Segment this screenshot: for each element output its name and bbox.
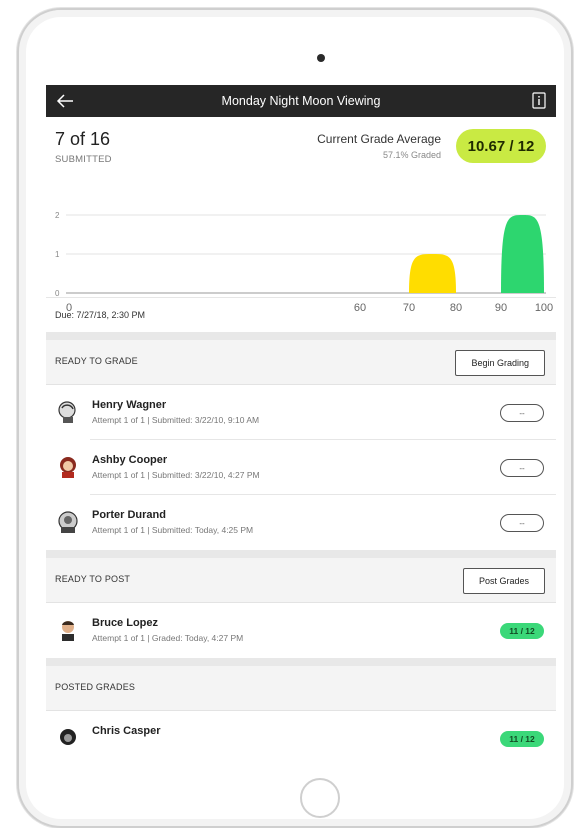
student-name: Porter Durand xyxy=(92,509,166,521)
submission-count: 7 of 16 xyxy=(55,129,111,149)
student-row[interactable]: Porter Durand Attempt 1 of 1 | Submitted… xyxy=(46,495,556,550)
x-tick-label: 100 xyxy=(535,302,553,313)
grade-average-label: Current Grade Average xyxy=(317,132,441,146)
home-button[interactable] xyxy=(300,778,340,818)
y-tick-label: 0 xyxy=(55,289,60,298)
grade-pill[interactable]: -- xyxy=(500,459,544,477)
grade-distribution-chart: 2 1 0 0 60 70 80 90 100 xyxy=(55,211,553,313)
top-bar: Monday Night Moon Viewing xyxy=(46,85,556,117)
avatar xyxy=(60,457,76,478)
attempt-info: Attempt 1 of 1 | Submitted: 3/22/10, 4:2… xyxy=(92,470,260,480)
grade-pill[interactable]: 11 / 12 xyxy=(500,731,544,747)
x-tick-label: 80 xyxy=(450,302,462,313)
page-title: Monday Night Moon Viewing xyxy=(221,94,381,108)
ready-to-grade-header: READY TO GRADE Begin Grading xyxy=(46,340,556,385)
begin-grading-button[interactable]: Begin Grading xyxy=(455,350,545,376)
section-label: POSTED GRADES xyxy=(55,682,136,692)
student-row[interactable]: Chris Casper 11 / 12 xyxy=(46,711,556,757)
grade-average-badge: 10.67 / 12 xyxy=(456,129,546,163)
avatar xyxy=(58,401,76,423)
section-gap xyxy=(46,332,556,340)
student-name: Henry Wagner xyxy=(92,399,167,411)
student-row[interactable]: Henry Wagner Attempt 1 of 1 | Submitted:… xyxy=(46,385,556,440)
distribution-area xyxy=(409,254,456,293)
avatar xyxy=(62,621,74,641)
attempt-info: Attempt 1 of 1 | Graded: Today, 4:27 PM xyxy=(92,633,244,643)
student-name: Ashby Cooper xyxy=(92,454,168,466)
submitted-label: SUBMITTED xyxy=(55,154,112,165)
posted-grades-header: POSTED GRADES xyxy=(46,666,556,711)
post-grades-button[interactable]: Post Grades xyxy=(462,568,545,594)
y-tick-label: 1 xyxy=(55,250,60,259)
avatar xyxy=(58,511,78,533)
distribution-area xyxy=(501,215,544,293)
x-tick-label: 70 xyxy=(403,302,415,313)
student-name: Chris Casper xyxy=(92,725,161,737)
x-tick-label: 0 xyxy=(66,302,72,313)
camera-dot xyxy=(317,54,325,62)
avatar xyxy=(60,729,76,745)
grade-pill[interactable]: -- xyxy=(500,514,544,532)
app-screen: Monday Night Moon Viewing 7 of 16 SUBMIT… xyxy=(46,85,556,757)
grade-pill[interactable]: 11 / 12 xyxy=(500,623,544,639)
info-icon[interactable] xyxy=(532,92,546,109)
graded-percent: 57.1% Graded xyxy=(382,150,441,160)
x-tick-label: 60 xyxy=(354,302,366,313)
y-tick-label: 2 xyxy=(55,211,60,220)
section-gap xyxy=(46,658,556,666)
section-gap xyxy=(46,550,556,558)
attempt-info: Attempt 1 of 1 | Submitted: 3/22/10, 9:1… xyxy=(92,415,260,425)
student-row[interactable]: Bruce Lopez Attempt 1 of 1 | Graded: Tod… xyxy=(46,603,556,658)
section-label: READY TO GRADE xyxy=(55,356,138,366)
stats-panel: 7 of 16 SUBMITTED Current Grade Average … xyxy=(46,117,556,313)
section-label: READY TO POST xyxy=(55,574,131,584)
x-tick-label: 90 xyxy=(495,302,507,313)
ready-to-post-header: READY TO POST Post Grades xyxy=(46,558,556,603)
student-name: Bruce Lopez xyxy=(92,617,159,629)
student-row[interactable]: Ashby Cooper Attempt 1 of 1 | Submitted:… xyxy=(46,440,556,495)
attempt-info: Attempt 1 of 1 | Submitted: Today, 4:25 … xyxy=(92,525,254,535)
grade-pill[interactable]: -- xyxy=(500,404,544,422)
back-arrow-icon[interactable] xyxy=(55,92,75,110)
